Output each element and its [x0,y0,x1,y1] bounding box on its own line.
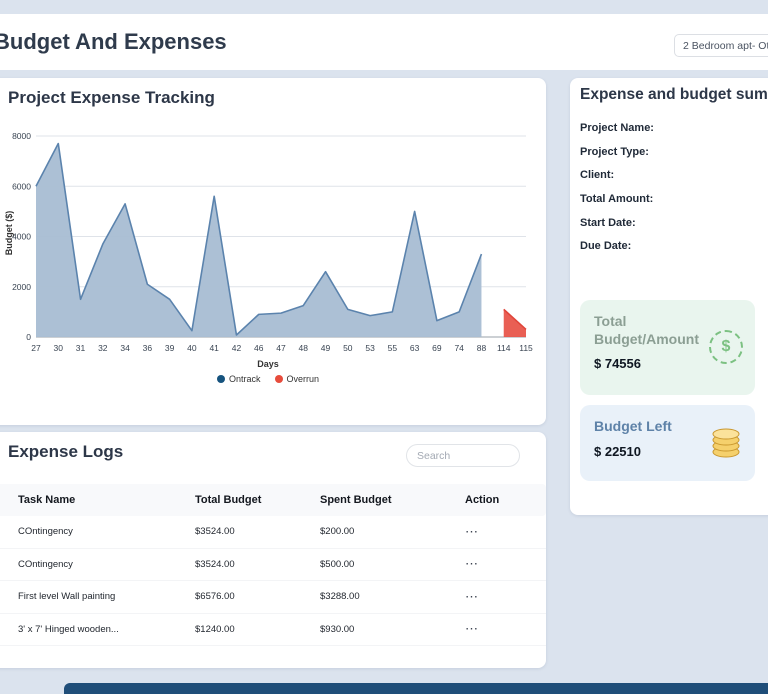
legend-dot-icon [274,375,283,383]
svg-text:6000: 6000 [12,181,31,191]
field-label: Project Name: [580,122,654,134]
field-label: Start Date: [580,216,636,229]
summary-fields: Project Name: Project Type: Client: Total A… [580,122,768,264]
total-budget-cell: $3524.00 [195,558,235,570]
table-row: 3' x 7' Hinged wooden... $1240.00 $930.00 ⋯ [0,614,546,646]
field-label: Due Date: [580,240,632,253]
row-actions-button[interactable]: ⋯ [465,524,495,540]
table-body: COntingency $3524.00 $200.00 ⋯ COntingency $3… [0,516,546,646]
legend-dot-icon [216,375,225,383]
chart-x-axis-label: Days [257,359,279,369]
column-header: Spent Budget [320,494,392,506]
svg-text:27: 27 [31,343,41,353]
svg-text:30: 30 [54,343,64,353]
svg-text:69: 69 [432,343,442,353]
table-row: First level Wall painting $6576.00 $3288.0… [0,581,546,614]
svg-text:49: 49 [321,343,331,353]
svg-text:46: 46 [254,343,264,353]
svg-text:55: 55 [388,343,398,353]
spent-budget-cell: $3288.00 [320,591,360,603]
svg-text:48: 48 [299,343,309,353]
page-header: Budget And Expenses 2 Bedroom apt- Ottle… [0,14,768,70]
legend-item: Overrun [274,374,320,384]
column-header: Action [465,494,500,506]
search-input[interactable] [406,444,520,467]
budget-left-box: Budget Left $ 22510 [580,405,755,481]
svg-text:39: 39 [165,343,175,353]
svg-text:31: 31 [76,343,86,353]
dollar-sign-glyph: $ [721,338,731,355]
expense-tracking-title: Project Expense Tracking [8,88,215,107]
table-row: COntingency $3524.00 $500.00 ⋯ [0,549,546,581]
chart-legend: Ontrack Overrun [0,374,538,384]
summary-field: Total Amount: [580,193,768,217]
svg-text:63: 63 [410,343,420,353]
total-budget-cell: $6576.00 [195,591,235,603]
svg-text:36: 36 [143,343,153,353]
row-actions-button[interactable]: ⋯ [465,621,495,637]
field-label: Total Amount: [580,193,654,206]
total-budget-cell: $1240.00 [195,623,235,635]
expense-chart-svg: 0 2000 4000 6000 8000 27 30 31 32 34 36 39 40 41 42 46 4… [12,131,533,353]
summary-field: Client: [580,169,768,193]
expense-logs-title: Expense Logs [8,442,124,461]
svg-text:115: 115 [519,343,533,353]
legend-label: Ontrack [228,374,261,384]
svg-text:42: 42 [232,343,242,353]
svg-text:50: 50 [343,343,353,353]
dollar-circle-icon: $ [709,330,743,364]
task-name-cell: COntingency [18,558,73,570]
svg-text:2000: 2000 [12,282,31,292]
svg-text:8000: 8000 [12,131,31,141]
budget-left-label: Budget Left [594,418,672,434]
summary-title: Expense and budget summary [580,86,768,103]
total-budget-box: Total Budget/Amount $ 74556 $ [580,300,755,395]
column-header: Task Name [18,494,76,506]
svg-text:0: 0 [26,332,31,342]
total-budget-label: Total Budget/Amount [594,313,699,347]
legend-label: Overrun [286,374,320,384]
spent-budget-cell: $200.00 [320,526,355,538]
property-selector-button[interactable]: 2 Bedroom apt- Ottley [674,34,768,57]
svg-text:114: 114 [497,343,511,353]
summary-field: Project Type: [580,146,768,170]
svg-text:41: 41 [209,343,219,353]
total-budget-cell: $3524.00 [195,526,235,538]
summary-card: Expense and budget summary Project Name:… [570,78,768,515]
svg-text:74: 74 [454,343,464,353]
expense-logs-card: Expense Logs Task Name Total Budget Spent … [0,432,546,668]
field-label: Project Type: [580,145,649,158]
spent-budget-cell: $500.00 [320,558,355,570]
coins-icon [712,428,740,458]
expense-table: Task Name Total Budget Spent Budget Action … [0,484,546,646]
svg-text:34: 34 [120,343,130,353]
footer-bar [64,683,768,694]
table-row: COntingency $3524.00 $200.00 ⋯ [0,516,546,549]
task-name-cell: COntingency [18,526,73,538]
legend-item: Ontrack [216,374,261,384]
svg-text:40: 40 [187,343,197,353]
svg-text:4000: 4000 [12,232,31,242]
page-title: Budget And Expenses [0,29,227,54]
expense-tracking-card: Project Expense Tracking Budget ($) 0 200… [0,78,546,425]
budget-expenses-page: Budget And Expenses 2 Bedroom apt- Ottle… [0,0,768,694]
spent-budget-cell: $930.00 [320,623,355,635]
summary-field: Start Date: [580,217,768,241]
svg-text:88: 88 [477,343,487,353]
row-actions-button[interactable]: ⋯ [465,589,495,605]
summary-field: Due Date: [580,240,768,264]
table-header-row: Task Name Total Budget Spent Budget Action [0,484,546,516]
column-header: Total Budget [195,494,262,506]
summary-field: Project Name: [580,122,768,146]
task-name-cell: First level Wall painting [18,591,116,603]
field-label: Client: [580,169,615,182]
row-actions-button[interactable]: ⋯ [465,556,495,572]
svg-text:47: 47 [276,343,286,353]
svg-text:53: 53 [365,343,375,353]
task-name-cell: 3' x 7' Hinged wooden... [18,623,119,635]
svg-text:32: 32 [98,343,108,353]
